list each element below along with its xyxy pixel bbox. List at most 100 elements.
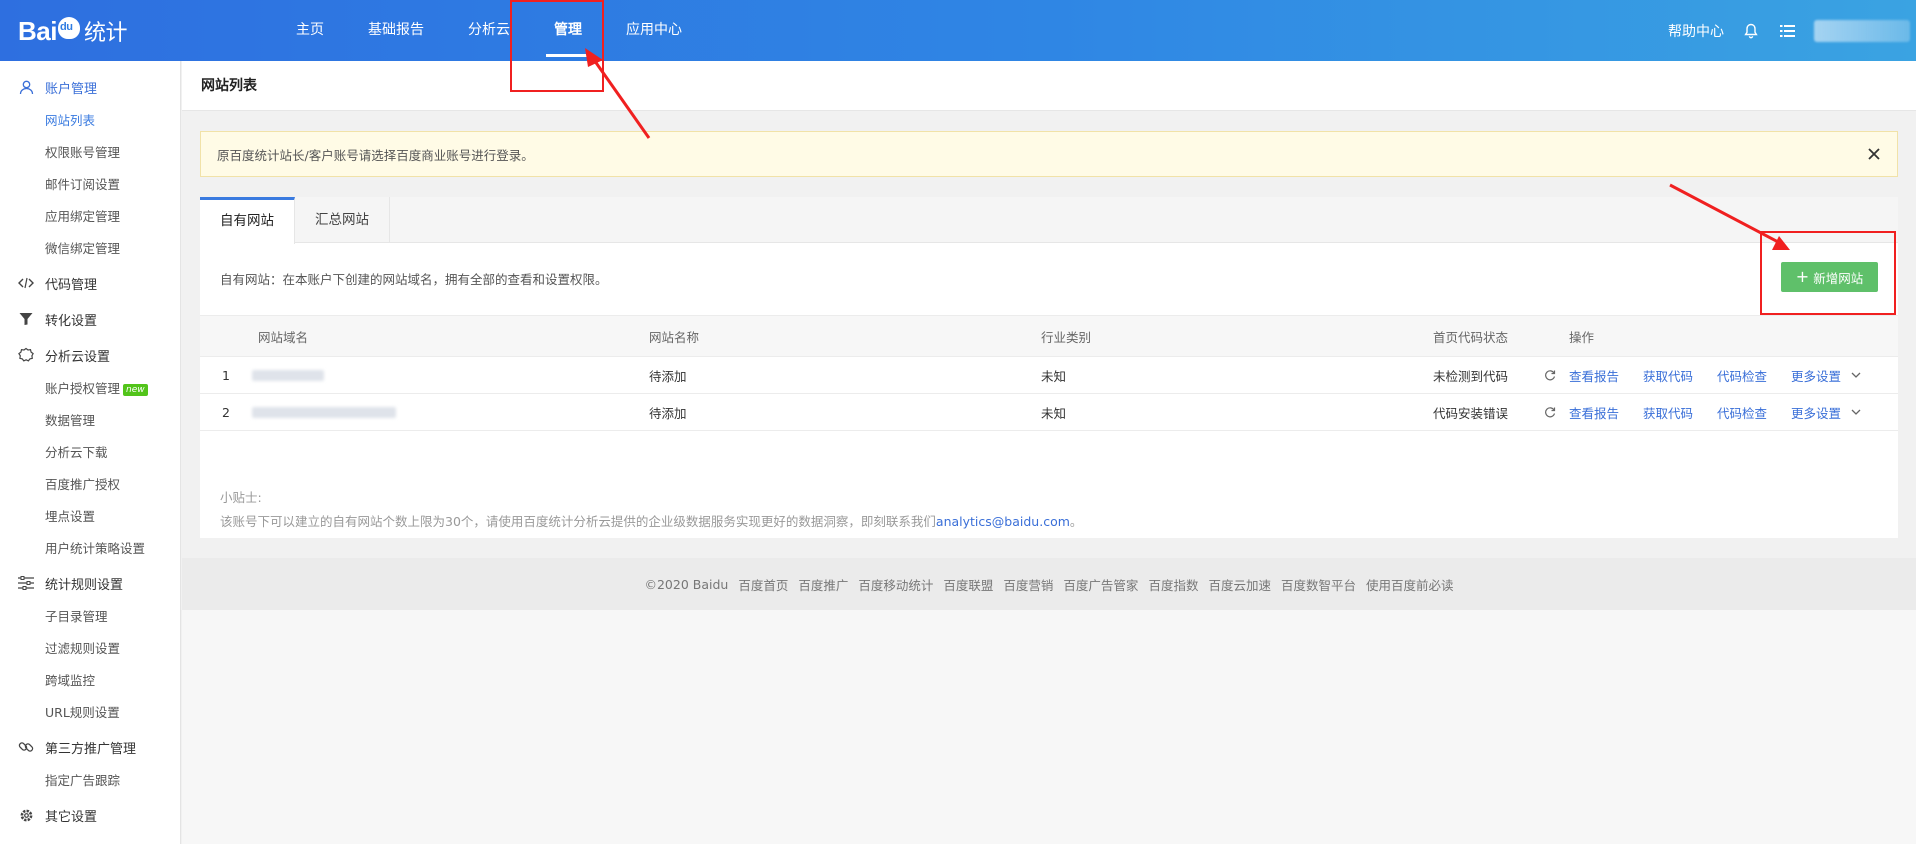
site-industry: 未知 xyxy=(1041,405,1067,421)
gear-icon xyxy=(18,807,34,823)
logo-text: Bai xyxy=(18,15,57,46)
footer-link[interactable]: 百度数智平台 xyxy=(1281,575,1356,594)
page-background xyxy=(182,610,1916,844)
sidebar-group-label: 统计规则设置 xyxy=(45,577,124,593)
col-actions: 操作 xyxy=(1569,329,1595,345)
sidebar-item-url-rules[interactable]: URL规则设置 xyxy=(0,697,180,729)
sidebar-item-subdirectory[interactable]: 子目录管理 xyxy=(0,601,180,633)
more-settings-label: 更多设置 xyxy=(1791,368,1842,384)
chevron-down-icon xyxy=(1851,372,1861,378)
link-icon xyxy=(18,739,34,755)
new-badge: new xyxy=(123,383,148,396)
highlight-box-manage-nav xyxy=(510,0,604,92)
sidebar-item-cloud-download[interactable]: 分析云下载 xyxy=(0,437,180,469)
sidebar-item-cross-domain[interactable]: 跨域监控 xyxy=(0,665,180,697)
sidebar-item-permission-accounts[interactable]: 权限账号管理 xyxy=(0,137,180,169)
sidebar-item-filter-rules[interactable]: 过滤规则设置 xyxy=(0,633,180,665)
sidebar-group-label: 第三方推广管理 xyxy=(45,741,137,757)
site-list-panel: 自有网站 汇总网站 自有网站：在本账户下创建的网站域名，拥有全部的查看和设置权限… xyxy=(200,197,1898,538)
get-code-link[interactable]: 获取代码 xyxy=(1643,366,1693,385)
view-report-link[interactable]: 查看报告 xyxy=(1569,366,1619,385)
more-settings-label: 更多设置 xyxy=(1791,405,1842,421)
more-settings-dropdown[interactable]: 更多设置 xyxy=(1791,366,1863,385)
account-name-blurred[interactable] xyxy=(1814,19,1910,42)
sidebar-item-account-authorization[interactable]: 账户授权管理 new xyxy=(0,373,180,405)
sidebar-item-data-management[interactable]: 数据管理 xyxy=(0,405,180,437)
footer-link[interactable]: 百度营销 xyxy=(1003,575,1053,594)
refresh-icon[interactable] xyxy=(1531,406,1569,418)
sidebar-group-code[interactable]: 代码管理 xyxy=(0,265,180,301)
sidebar-item-email-subscription[interactable]: 邮件订阅设置 xyxy=(0,169,180,201)
tab-summary-sites[interactable]: 汇总网站 xyxy=(295,197,390,243)
view-report-link[interactable]: 查看报告 xyxy=(1569,403,1619,422)
footer-link[interactable]: 使用百度前必读 xyxy=(1366,575,1454,594)
col-industry: 行业类别 xyxy=(1041,329,1092,345)
chevron-down-icon xyxy=(1851,409,1861,415)
check-code-link[interactable]: 代码检查 xyxy=(1717,366,1767,385)
footer: ©2020 Baidu 百度首页 百度推广 百度移动统计 百度联盟 百度营销 百… xyxy=(182,558,1916,610)
tips-section: 小贴士: 该账号下可以建立的自有网站个数上限为30个，请使用百度统计分析云提供的… xyxy=(220,486,1082,534)
row-actions: 查看报告 获取代码 代码检查 更多设置 xyxy=(1569,366,1863,385)
sidebar-group-analytics-cloud[interactable]: 分析云设置 xyxy=(0,337,180,373)
nav-home[interactable]: 主页 xyxy=(278,0,342,61)
footer-link[interactable]: 百度移动统计 xyxy=(858,575,933,594)
close-icon[interactable] xyxy=(1865,145,1883,163)
footer-link[interactable]: 百度广告管家 xyxy=(1063,575,1138,594)
site-table: 网站域名 网站名称 行业类别 首页代码状态 操作 1 待添加 未知 未检测到代码… xyxy=(200,315,1898,431)
sidebar-group-label: 转化设置 xyxy=(45,313,98,329)
sidebar-group-conversion[interactable]: 转化设置 xyxy=(0,301,180,337)
more-settings-dropdown[interactable]: 更多设置 xyxy=(1791,403,1863,422)
col-site-name: 网站名称 xyxy=(649,329,700,345)
get-code-link[interactable]: 获取代码 xyxy=(1643,403,1693,422)
sidebar-group-label: 其它设置 xyxy=(45,809,98,825)
code-status: 代码安装错误 xyxy=(1433,405,1509,421)
bell-icon[interactable] xyxy=(1742,22,1760,40)
sliders-icon xyxy=(18,575,34,591)
footer-link[interactable]: 百度指数 xyxy=(1148,575,1198,594)
page-title: 网站列表 xyxy=(182,61,1916,111)
paw-icon xyxy=(57,17,80,39)
notice-text: 原百度统计站长/客户账号请选择百度商业账号进行登录。 xyxy=(217,147,534,163)
sidebar-item-ad-tracking[interactable]: 指定广告跟踪 xyxy=(0,765,180,797)
help-center-link[interactable]: 帮助中心 xyxy=(1668,21,1724,41)
footer-link[interactable]: 百度联盟 xyxy=(943,575,993,594)
sidebar-group-other[interactable]: 其它设置 xyxy=(0,797,180,833)
contact-email-link[interactable]: analytics@baidu.com xyxy=(936,514,1070,529)
header-right: 帮助中心 xyxy=(1668,0,1916,61)
login-notice: 原百度统计站长/客户账号请选择百度商业账号进行登录。 xyxy=(200,131,1898,177)
nav-app-center[interactable]: 应用中心 xyxy=(608,0,700,61)
top-header: Bai 统计 主页 基础报告 分析云 管理 应用中心 帮助中心 xyxy=(0,0,1916,61)
sidebar-item-wechat-binding[interactable]: 微信绑定管理 xyxy=(0,233,180,265)
sidebar-group-stat-rules[interactable]: 统计规则设置 xyxy=(0,565,180,601)
highlight-box-add-site xyxy=(1760,231,1896,315)
footer-link[interactable]: 百度首页 xyxy=(738,575,788,594)
tab-own-sites[interactable]: 自有网站 xyxy=(200,197,295,244)
sidebar-group-third-party[interactable]: 第三方推广管理 xyxy=(0,729,180,765)
sidebar-group-account[interactable]: 账户管理 xyxy=(0,69,180,105)
refresh-icon[interactable] xyxy=(1531,369,1569,381)
footer-link[interactable]: 百度推广 xyxy=(798,575,848,594)
check-code-link[interactable]: 代码检查 xyxy=(1717,403,1767,422)
site-domain-blurred xyxy=(252,406,649,418)
tips-text: 该账号下可以建立的自有网站个数上限为30个，请使用百度统计分析云提供的企业级数据… xyxy=(220,514,1083,529)
sidebar: 账户管理 网站列表 权限账号管理 邮件订阅设置 应用绑定管理 微信绑定管理 代码… xyxy=(0,61,181,844)
main-content: 网站列表 原百度统计站长/客户账号请选择百度商业账号进行登录。 自有网站 汇总网… xyxy=(182,61,1916,844)
sidebar-item-user-stat-strategy[interactable]: 用户统计策略设置 xyxy=(0,533,180,565)
table-row: 1 待添加 未知 未检测到代码 查看报告 获取代码 代码检查 更多设置 xyxy=(200,357,1898,394)
nav-basic-reports[interactable]: 基础报告 xyxy=(350,0,442,61)
filter-icon xyxy=(18,311,34,327)
site-tabs: 自有网站 汇总网站 xyxy=(200,197,1898,244)
site-domain-blurred xyxy=(252,369,649,381)
code-status: 未检测到代码 xyxy=(1433,368,1509,384)
tips-title: 小贴士: xyxy=(220,490,262,505)
sidebar-item-promotion-authorization[interactable]: 百度推广授权 xyxy=(0,469,180,501)
baidu-tongji-logo[interactable]: Bai 统计 xyxy=(18,14,127,48)
list-icon[interactable] xyxy=(1778,22,1796,40)
row-actions: 查看报告 获取代码 代码检查 更多设置 xyxy=(1569,403,1863,422)
row-index: 1 xyxy=(222,367,230,383)
cloud-icon xyxy=(18,347,34,363)
sidebar-item-tracking-points[interactable]: 埋点设置 xyxy=(0,501,180,533)
sidebar-item-site-list[interactable]: 网站列表 xyxy=(0,105,180,137)
sidebar-item-app-binding[interactable]: 应用绑定管理 xyxy=(0,201,180,233)
footer-link[interactable]: 百度云加速 xyxy=(1208,575,1271,594)
